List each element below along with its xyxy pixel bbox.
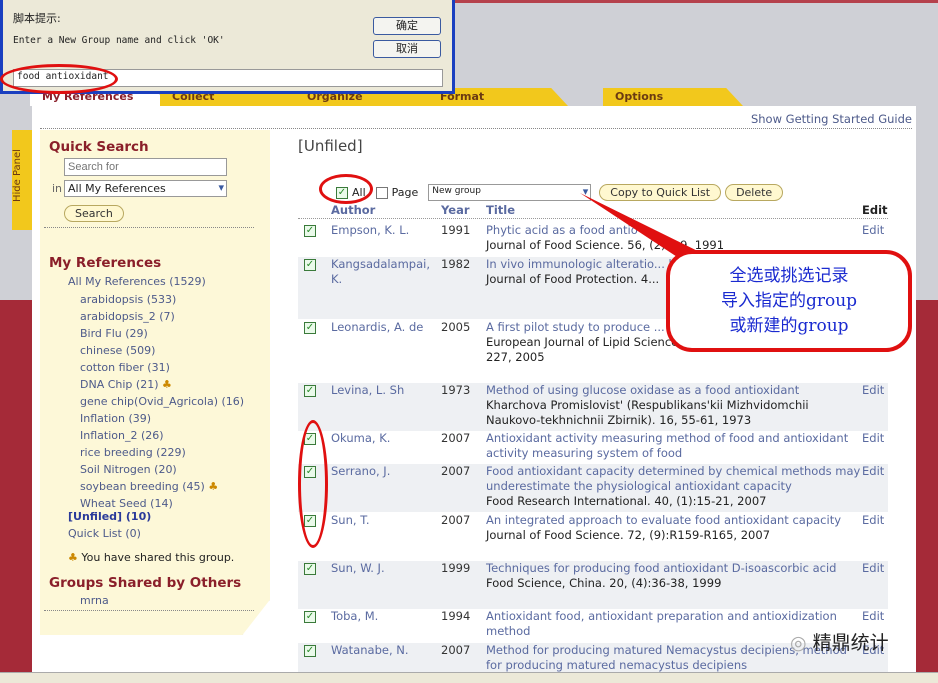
- status-bar: [0, 672, 938, 683]
- watermark: ◎ 精鼎统计: [790, 628, 889, 655]
- callout-line: 导入指定的group: [720, 291, 858, 311]
- callout-line: 全选或挑选记录: [729, 266, 849, 286]
- annotation-callout: 全选或挑选记录 导入指定的group 或新建的group: [666, 250, 912, 352]
- wechat-icon: ◎: [790, 632, 807, 654]
- watermark-text: 精鼎统计: [812, 632, 889, 654]
- callout-line: 或新建的group: [729, 316, 849, 336]
